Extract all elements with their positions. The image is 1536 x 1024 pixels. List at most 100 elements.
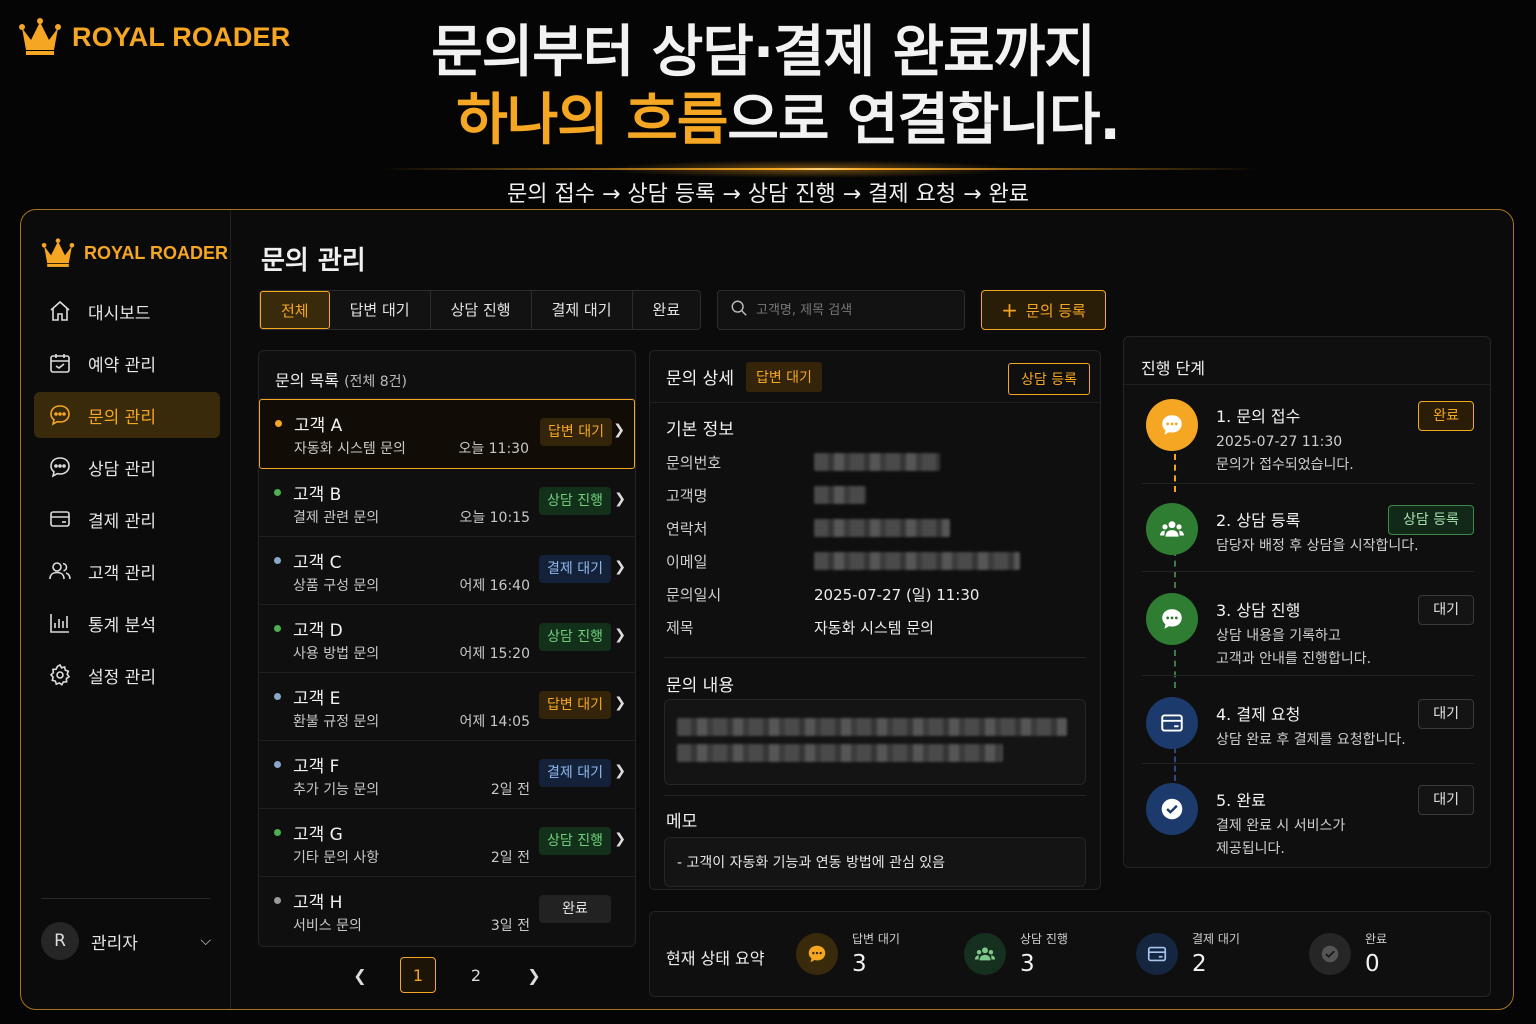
row-desc: 사용 방법 문의 xyxy=(293,646,380,662)
row-name: 고객 A xyxy=(294,416,343,436)
sidebar-divider xyxy=(41,898,210,899)
search-input[interactable] xyxy=(756,302,956,318)
field-value-redacted xyxy=(814,452,940,471)
chevron-right-icon: ❯ xyxy=(614,695,626,711)
summary-label: 상담 진행 xyxy=(1020,932,1068,946)
hero-space xyxy=(608,88,627,153)
step-4: 4. 결제 요청 상담 완료 후 결제를 요청합니다. 대기 xyxy=(1142,687,1474,775)
table-row[interactable]: 고객 H 서비스 문의 3일 전 완료 xyxy=(259,877,635,945)
row-name: 고객 H xyxy=(293,893,343,913)
sidebar-item-analytics[interactable]: 통계 분석 xyxy=(34,600,220,646)
page-button-2[interactable]: 2 xyxy=(458,957,494,993)
table-row[interactable]: 고객 E 환불 규정 문의 어제 14:05 답변 대기 ❯ xyxy=(259,673,635,741)
row-name: 고객 B xyxy=(293,485,342,505)
tab-awaiting-reply[interactable]: 답변 대기 xyxy=(330,291,431,329)
table-row[interactable]: 고객 C 상품 구성 문의 어제 16:40 결제 대기 ❯ xyxy=(259,537,635,605)
sidebar-nav: 대시보드 예약 관리 문의 관리 상담 관리 결제 관리 고객 관리 통계 분석… xyxy=(34,288,220,704)
memo-title: 메모 xyxy=(666,812,698,832)
list-title: 문의 목록 xyxy=(275,371,339,390)
sidebar-item-payments[interactable]: 결제 관리 xyxy=(34,496,220,542)
user-menu[interactable]: R 관리자 ⌵ xyxy=(41,922,211,960)
step-desc: 결제 완료 시 서비스가 제공됩니다. xyxy=(1216,815,1345,861)
hero-highlight-2: 흐름 xyxy=(626,88,728,153)
row-time: 어제 15:20 xyxy=(459,646,530,662)
table-row[interactable]: 고객 F 추가 기능 문의 2일 전 결제 대기 ❯ xyxy=(259,741,635,809)
register-consultation-button[interactable]: 상담 등록 xyxy=(1008,363,1090,395)
row-time: 오늘 11:30 xyxy=(458,441,529,457)
divider xyxy=(1142,763,1474,764)
chat-icon xyxy=(1146,399,1198,451)
step-status-badge: 대기 xyxy=(1418,785,1474,815)
chevron-right-icon: ❯ xyxy=(614,491,626,507)
sidebar-item-label: 고객 관리 xyxy=(88,563,156,584)
status-badge: 결제 대기 xyxy=(539,759,611,787)
card-icon xyxy=(1146,697,1198,749)
summary-label: 결제 대기 xyxy=(1192,932,1240,946)
row-time: 어제 14:05 xyxy=(459,714,530,730)
step-status-badge: 대기 xyxy=(1418,595,1474,625)
hero-line-2: 하나의 흐름으로 연결합니다. xyxy=(40,86,1536,156)
sidebar-item-reservations[interactable]: 예약 관리 xyxy=(34,340,220,386)
chat-icon xyxy=(48,455,72,479)
detail-header: 문의 상세 답변 대기 상담 등록 xyxy=(650,351,1100,403)
summary-count: 3 xyxy=(852,951,867,977)
summary-awaiting-reply: 답변 대기 3 xyxy=(796,930,900,977)
step-status-badge[interactable]: 상담 등록 xyxy=(1388,505,1474,535)
chevron-right-icon: ❯ xyxy=(614,763,626,779)
table-row[interactable]: 고객 G 기타 문의 사항 2일 전 상담 진행 ❯ xyxy=(259,809,635,877)
step-desc-line: 상담 내용을 기록하고 xyxy=(1216,628,1341,644)
hero-line-1: 문의부터 상담·결제 완료까지 xyxy=(431,20,1096,85)
row-desc: 기타 문의 사항 xyxy=(293,850,380,866)
prev-page-button[interactable]: ❮ xyxy=(342,957,378,993)
tab-in-consultation[interactable]: 상담 진행 xyxy=(431,291,532,329)
users-icon xyxy=(1146,503,1198,555)
table-row[interactable]: 고객 B 결제 관련 문의 오늘 10:15 상담 진행 ❯ xyxy=(259,469,635,537)
status-badge: 완료 xyxy=(539,895,611,923)
page-button-1[interactable]: 1 xyxy=(400,957,436,993)
field-label: 고객명 xyxy=(666,487,708,505)
row-desc: 결제 관련 문의 xyxy=(293,510,380,526)
tab-awaiting-payment[interactable]: 결제 대기 xyxy=(532,291,633,329)
status-badge: 결제 대기 xyxy=(539,555,611,583)
card-icon xyxy=(48,507,72,531)
row-desc: 서비스 문의 xyxy=(293,918,362,934)
sidebar-item-customers[interactable]: 고객 관리 xyxy=(34,548,220,594)
row-time: 2일 전 xyxy=(490,850,530,866)
chevron-right-icon: ❯ xyxy=(614,559,626,575)
status-badge: 답변 대기 xyxy=(539,691,611,719)
row-desc: 상품 구성 문의 xyxy=(293,578,380,594)
row-name: 고객 E xyxy=(293,689,341,709)
memo-box[interactable]: - 고객이 자동화 기능과 연동 방법에 관심 있음 xyxy=(664,837,1086,887)
next-page-button[interactable]: ❯ xyxy=(516,957,552,993)
step-title: 2. 상담 등록 xyxy=(1216,511,1301,530)
sidebar-item-label: 문의 관리 xyxy=(88,407,156,428)
inquiry-detail-panel: 문의 상세 답변 대기 상담 등록 기본 정보 문의번호 고객명 연락처 이메일… xyxy=(649,350,1101,890)
chat-icon xyxy=(48,403,72,427)
step-desc: 상담 완료 후 결제를 요청합니다. xyxy=(1216,729,1406,752)
sidebar-item-inquiries[interactable]: 문의 관리 xyxy=(34,392,220,438)
step-desc-line: 담당자 배정 후 상담을 시작합니다. xyxy=(1216,538,1419,554)
inquiry-list-panel: 문의 목록 (전체 8건) 고객 A 자동화 시스템 문의 오늘 11:30 답… xyxy=(258,350,636,947)
list-header: 문의 목록 (전체 8건) xyxy=(259,351,635,399)
table-row[interactable]: 고객 D 사용 방법 문의 어제 15:20 상담 진행 ❯ xyxy=(259,605,635,673)
sidebar-item-label: 예약 관리 xyxy=(88,355,156,376)
sidebar-item-label: 통계 분석 xyxy=(88,615,156,636)
sidebar-item-settings[interactable]: 설정 관리 xyxy=(34,652,220,698)
add-inquiry-button[interactable]: + 문의 등록 xyxy=(981,290,1106,330)
chevron-down-icon[interactable]: ⌵ xyxy=(200,933,211,949)
hero-line-2-rest: 으로 연결합니다. xyxy=(727,88,1120,153)
step-desc: 담당자 배정 후 상담을 시작합니다. xyxy=(1216,535,1419,558)
tab-all[interactable]: 전체 xyxy=(260,291,330,329)
app-window: ROYAL ROADER 대시보드 예약 관리 문의 관리 상담 관리 결제 관… xyxy=(20,209,1514,1010)
row-time: 3일 전 xyxy=(490,918,530,934)
gear-icon xyxy=(48,663,72,687)
sidebar-brand[interactable]: ROYAL ROADER xyxy=(41,238,228,268)
step-title: 3. 상담 진행 xyxy=(1216,601,1301,620)
sidebar: ROYAL ROADER 대시보드 예약 관리 문의 관리 상담 관리 결제 관… xyxy=(21,210,231,1009)
tab-complete[interactable]: 완료 xyxy=(633,291,701,329)
sidebar-item-consultations[interactable]: 상담 관리 xyxy=(34,444,220,490)
sidebar-brand-name: ROYAL ROADER xyxy=(84,242,229,263)
summary-in-consultation: 상담 진행 3 xyxy=(964,930,1068,977)
sidebar-item-dashboard[interactable]: 대시보드 xyxy=(34,288,220,334)
table-row[interactable]: 고객 A 자동화 시스템 문의 오늘 11:30 답변 대기 ❯ xyxy=(259,399,635,469)
